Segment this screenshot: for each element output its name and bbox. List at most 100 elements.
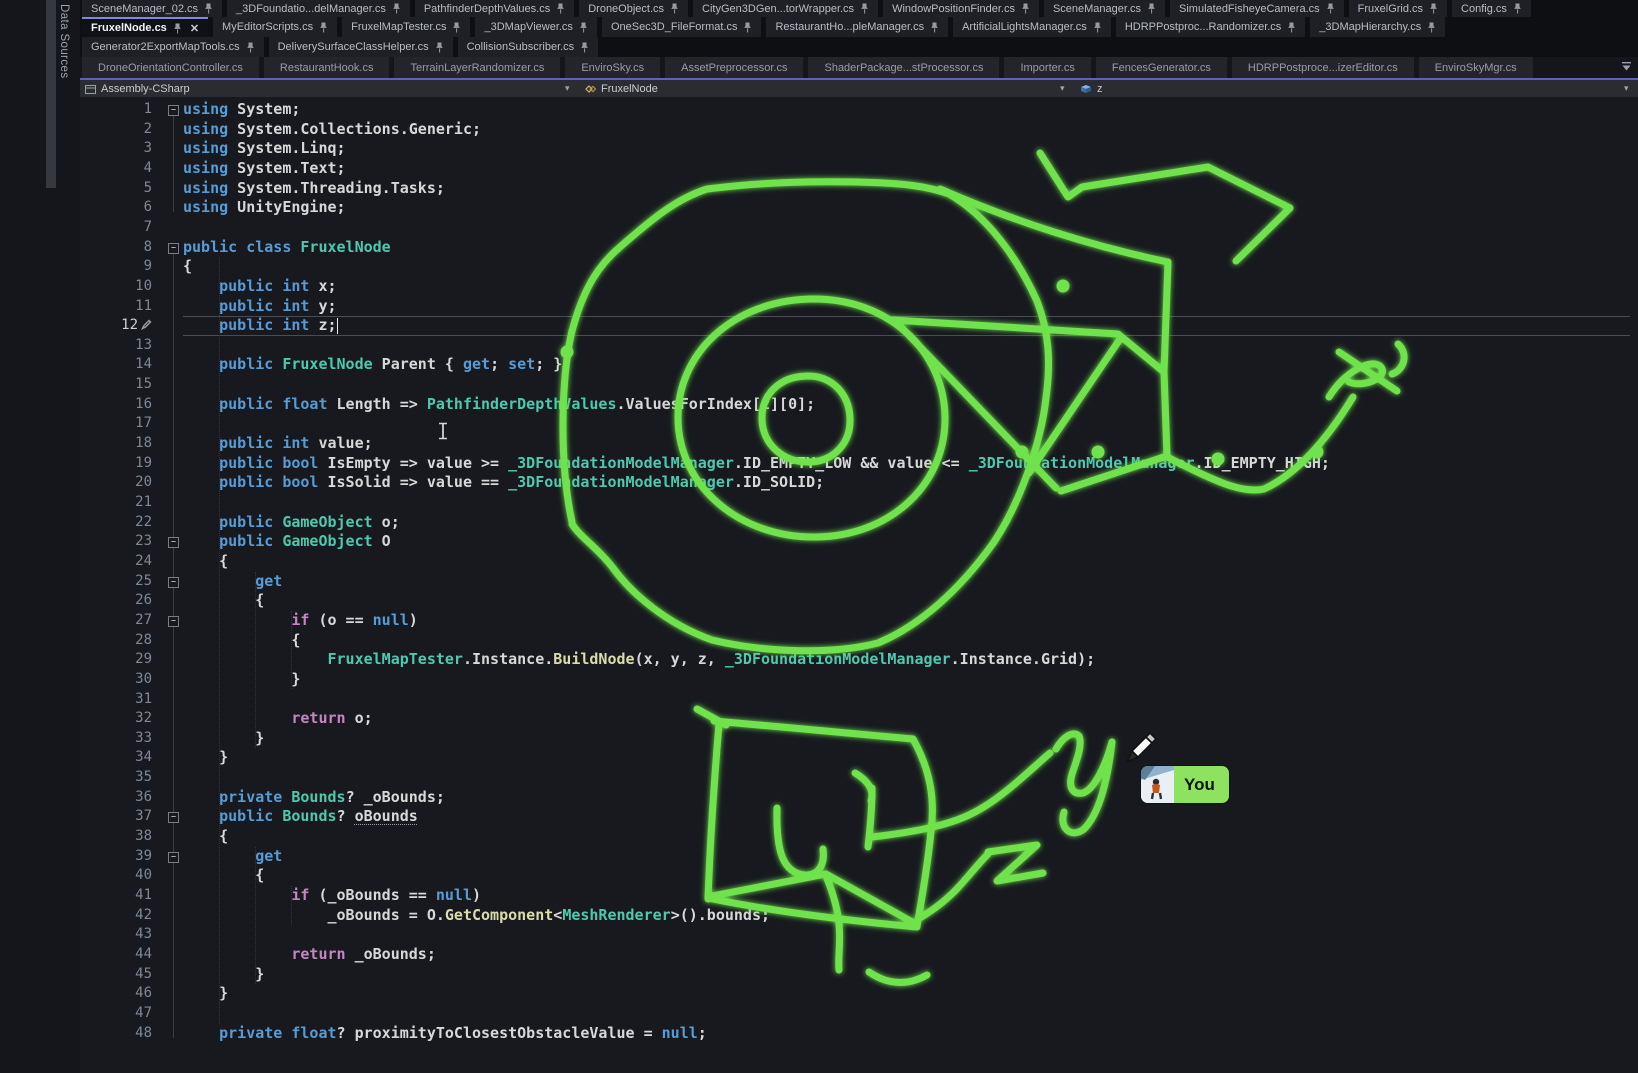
fold-marker[interactable]: − [168,812,179,823]
tab-collisionsubscriber-cs[interactable]: CollisionSubscriber.cs [458,37,599,57]
line-number: 3 [80,139,152,159]
tab-3dfoundatio-delmanager-cs[interactable]: _3DFoundatio...delManager.cs [227,0,410,17]
tab-envirosky-cs[interactable]: EnviroSky.cs [565,57,660,78]
code-line-41[interactable]: if (_oBounds == null) [183,886,481,906]
breadcrumb-type[interactable]: FruxelNode [583,80,658,97]
code-line-19[interactable]: public bool IsEmpty => value >= _3DFound… [183,454,1330,474]
tab-scenemanager-cs[interactable]: SceneManager.cs [1044,0,1165,17]
tab-enviroskymgr-cs[interactable]: EnviroSkyMgr.cs [1419,57,1533,78]
breadcrumb-project[interactable]: Assembly-CSharp [84,80,190,97]
fold-marker[interactable]: − [168,577,179,588]
tab-myeditorscripts-cs[interactable]: MyEditorScripts.cs [213,17,337,37]
code-line-6[interactable]: using UnityEngine; [183,198,346,218]
code-token: MeshRenderer [562,906,670,924]
breadcrumb-dropdown-caret[interactable]: ▾ [1060,80,1065,97]
breadcrumb-dropdown-caret[interactable]: ▾ [1624,80,1629,97]
code-line-33[interactable]: } [183,729,264,749]
code-editor[interactable]: 1−using System;2using System.Collections… [80,97,1638,1073]
tab-terrainlayerrandomizer-cs[interactable]: TerrainLayerRandomizer.cs [394,57,560,78]
code-line-20[interactable]: public bool IsSolid => value == _3DFound… [183,473,824,493]
tab-fruxelnode-cs[interactable]: FruxelNode.cs✕ [82,17,208,37]
fold-marker[interactable]: − [168,616,179,627]
tab-importer-cs[interactable]: Importer.cs [1004,57,1090,78]
tab-droneobject-cs[interactable]: DroneObject.cs [579,0,688,17]
code-token [183,945,291,963]
tab-overflow-icon[interactable] [1621,61,1632,72]
fold-marker[interactable]: − [168,537,179,548]
tab-windowpositionfinder-cs[interactable]: WindowPositionFinder.cs [883,0,1039,17]
code-token: using [183,159,228,177]
fold-marker[interactable]: − [168,243,179,254]
code-line-28[interactable]: { [183,631,300,651]
code-line-32[interactable]: return o; [183,709,373,729]
code-line-48[interactable]: private float? proximityToClosestObstacl… [183,1024,707,1044]
tab-hdrppostproce-izereditor-cs[interactable]: HDRPPostproce...izerEditor.cs [1232,57,1414,78]
code-line-8[interactable]: public class FruxelNode [183,238,391,258]
code-line-10[interactable]: public int x; [183,277,337,297]
code-line-9[interactable]: { [183,257,192,277]
tab-simulatedfisheyecamera-cs[interactable]: SimulatedFisheyeCamera.cs [1170,0,1344,17]
tab-restauranthook-cs[interactable]: RestaurantHook.cs [264,57,390,78]
tab-scenemanager-02-cs[interactable]: SceneManager_02.cs [82,0,222,17]
code-line-38[interactable]: { [183,827,228,847]
fold-guide-line [173,114,174,212]
code-line-5[interactable]: using System.Threading.Tasks; [183,179,445,199]
code-line-44[interactable]: return _oBounds; [183,945,436,965]
code-line-23[interactable]: public GameObject O [183,532,391,552]
code-line-24[interactable]: { [183,552,228,572]
code-token: { [183,631,300,649]
code-line-12[interactable]: public int z; [183,316,337,336]
code-line-37[interactable]: public Bounds? oBounds [183,807,418,827]
code-line-45[interactable]: } [183,965,264,985]
tab-fruxelmaptester-cs[interactable]: FruxelMapTester.cs [342,17,470,37]
tab-artificiallightsmanager-cs[interactable]: ArtificialLightsManager.cs [953,17,1111,37]
pin-icon [1021,3,1030,14]
code-line-46[interactable]: } [183,984,228,1004]
code-line-27[interactable]: if (o == null) [183,611,418,631]
tab-onesec3d-fileformat-cs[interactable]: OneSec3D_FileFormat.cs [602,17,762,37]
code-line-34[interactable]: } [183,748,228,768]
tab-citygen3dgen-torwrapper-cs[interactable]: CityGen3DGen...torWrapper.cs [693,0,878,17]
fold-marker[interactable]: − [168,852,179,863]
code-line-25[interactable]: get [183,572,282,592]
code-line-36[interactable]: private Bounds? _oBounds; [183,788,445,808]
tab-pathfinderdepthvalues-cs[interactable]: PathfinderDepthValues.cs [415,0,574,17]
code-line-1[interactable]: using System; [183,100,300,120]
code-token: _3DFoundationModelManager [969,454,1195,472]
code-token: _oBounds; [346,945,436,963]
tab-generator2exportmaptools-cs[interactable]: Generator2ExportMapTools.cs [82,37,264,57]
code-line-29[interactable]: FruxelMapTester.Instance.BuildNode(x, y,… [183,650,1095,670]
code-line-26[interactable]: { [183,591,264,611]
code-line-14[interactable]: public FruxelNode Parent { get; set; } [183,355,562,375]
breadcrumb-member[interactable]: z [1078,80,1103,97]
tab-assetpreprocessor-cs[interactable]: AssetPreprocessor.cs [665,57,803,78]
sidebar-tab-data-sources[interactable]: Data Sources [58,4,70,78]
line-number: 39 [80,847,152,867]
code-line-4[interactable]: using System.Text; [183,159,346,179]
tab-droneorientationcontroller-cs[interactable]: DroneOrientationController.cs [82,57,259,78]
tab-deliverysurfaceclasshelper-cs[interactable]: DeliverySurfaceClassHelper.cs [269,37,453,57]
code-line-11[interactable]: public int y; [183,297,337,317]
code-token [183,316,219,334]
tab-config-cs[interactable]: Config.cs [1452,0,1531,17]
code-line-3[interactable]: using System.Linq; [183,139,346,159]
code-line-18[interactable]: public int value; [183,434,373,454]
code-line-22[interactable]: public GameObject o; [183,513,400,533]
tab-fruxelgrid-cs[interactable]: FruxelGrid.cs [1349,0,1447,17]
code-line-2[interactable]: using System.Collections.Generic; [183,120,481,140]
tab-label: OneSec3D_FileFormat.cs [611,21,738,33]
close-icon[interactable]: ✕ [190,22,199,35]
code-line-16[interactable]: public float Length => PathfinderDepthVa… [183,395,815,415]
fold-marker[interactable]: − [168,105,179,116]
tab-hdrppostproc-randomizer-cs[interactable]: HDRPPostproc...Randomizer.cs [1116,17,1306,37]
code-line-40[interactable]: { [183,866,264,886]
tab-3dmapviewer-cs[interactable]: _3DMapViewer.cs [475,17,596,37]
code-line-42[interactable]: _oBounds = O.GetComponent<MeshRenderer>(… [183,906,770,926]
breadcrumb-dropdown-caret[interactable]: ▾ [565,80,570,97]
code-line-39[interactable]: get [183,847,282,867]
tab-fencesgenerator-cs[interactable]: FencesGenerator.cs [1096,57,1227,78]
tab-shaderpackage-stprocessor-cs[interactable]: ShaderPackage...stProcessor.cs [808,57,999,78]
tab-restaurantho-plemanager-cs[interactable]: RestaurantHo...pleManager.cs [766,17,948,37]
code-line-30[interactable]: } [183,670,300,690]
tab-3dmaphierarchy-cs[interactable]: _3DMapHierarchy.cs [1310,17,1445,37]
